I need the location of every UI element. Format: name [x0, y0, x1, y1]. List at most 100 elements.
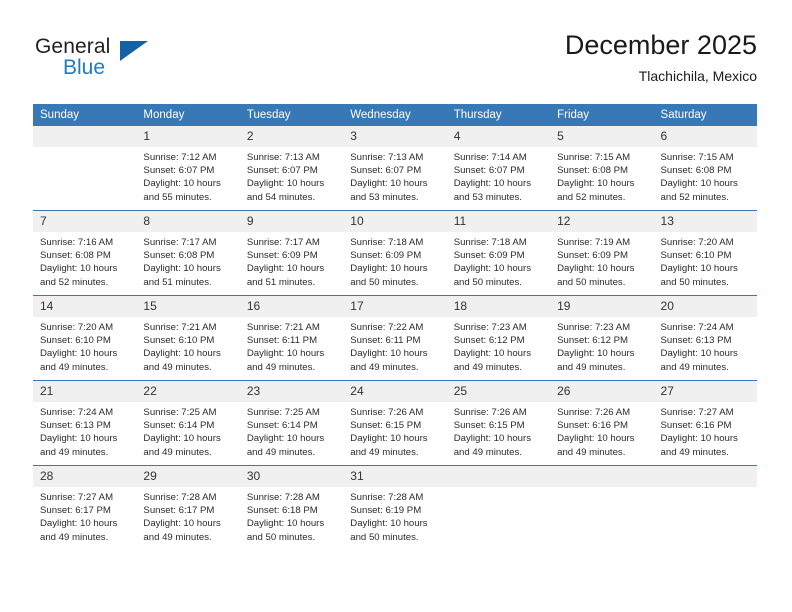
- day-number: 17: [343, 296, 447, 317]
- calendar-day-cell[interactable]: 18 Sunrise: 7:23 AM Sunset: 6:12 PM Dayligh…: [446, 295, 551, 381]
- day-detail-line: Daylight: 10 hours: [660, 178, 738, 190]
- calendar-day-cell[interactable]: 12 Sunrise: 7:19 AM Sunset: 6:09 PM Dayligh…: [550, 210, 654, 296]
- day-detail-line: Sunrise: 7:26 AM: [453, 407, 527, 418]
- calendar-day-cell[interactable]: 2 Sunrise: 7:13 AM Sunset: 6:07 PM Daylight…: [239, 126, 344, 211]
- calendar-day-cell[interactable]: 29 Sunrise: 7:28 AM Sunset: 6:17 PM Dayligh…: [136, 465, 240, 550]
- day-detail-line: and 49 minutes.: [350, 361, 419, 373]
- calendar-day-cell[interactable]: 20 Sunrise: 7:24 AM Sunset: 6:13 PM Dayligh…: [653, 295, 757, 381]
- calendar-day-cell[interactable]: 10 Sunrise: 7:18 AM Sunset: 6:09 PM Dayligh…: [343, 210, 447, 296]
- day-detail-line: and 52 minutes.: [40, 276, 109, 288]
- calendar-day-cell[interactable]: 24 Sunrise: 7:26 AM Sunset: 6:15 PM Dayligh…: [343, 380, 447, 466]
- weekday-header-tuesday: Tuesday: [239, 104, 344, 126]
- calendar-day-cell[interactable]: 23 Sunrise: 7:25 AM Sunset: 6:14 PM Dayligh…: [239, 380, 344, 466]
- day-details: Sunrise: 7:20 AM Sunset: 6:10 PM Daylight:…: [654, 232, 757, 289]
- day-detail-line: Sunrise: 7:12 AM: [143, 152, 217, 163]
- day-detail-line: Sunset: 6:07 PM: [453, 165, 525, 177]
- calendar-day-cell[interactable]: 21 Sunrise: 7:24 AM Sunset: 6:13 PM Dayligh…: [33, 380, 137, 466]
- day-detail-line: and 49 minutes.: [40, 531, 109, 543]
- day-detail-line: Sunrise: 7:25 AM: [143, 407, 217, 418]
- calendar-day-cell[interactable]: 26 Sunrise: 7:26 AM Sunset: 6:16 PM Dayligh…: [550, 380, 654, 466]
- day-detail-line: Daylight: 10 hours: [557, 263, 635, 275]
- day-detail-line: and 52 minutes.: [557, 191, 626, 203]
- day-details: Sunrise: 7:17 AM Sunset: 6:08 PM Daylight:…: [136, 232, 239, 289]
- calendar-day-cell[interactable]: 14 Sunrise: 7:20 AM Sunset: 6:10 PM Dayligh…: [33, 295, 137, 381]
- day-detail-line: Daylight: 10 hours: [350, 178, 428, 190]
- day-detail-line: Sunrise: 7:21 AM: [246, 322, 320, 333]
- day-detail-line: Daylight: 10 hours: [453, 348, 532, 360]
- day-detail-line: Daylight: 10 hours: [40, 518, 118, 530]
- day-number: 1: [136, 126, 240, 147]
- day-detail-line: Sunrise: 7:26 AM: [557, 407, 631, 418]
- calendar-day-cell-empty: [33, 126, 137, 211]
- calendar-week-row: 7 Sunrise: 7:16 AM Sunset: 6:08 PM Daylight…: [33, 210, 757, 296]
- calendar-day-cell-empty: [550, 465, 654, 550]
- day-detail-line: and 50 minutes.: [660, 276, 729, 288]
- calendar-day-cell[interactable]: 17 Sunrise: 7:22 AM Sunset: 6:11 PM Dayligh…: [343, 295, 447, 381]
- day-detail-line: and 49 minutes.: [40, 446, 109, 458]
- calendar-table: Sunday Monday Tuesday Wednesday Thursday Frid…: [33, 104, 757, 550]
- day-details: Sunrise: 7:21 AM Sunset: 6:10 PM Daylight:…: [136, 317, 239, 374]
- day-detail-line: Daylight: 10 hours: [143, 518, 221, 530]
- calendar-day-cell[interactable]: 25 Sunrise: 7:26 AM Sunset: 6:15 PM Dayligh…: [446, 380, 551, 466]
- calendar-day-cell[interactable]: 1 Sunrise: 7:12 AM Sunset: 6:07 PM Daylight…: [136, 126, 240, 211]
- calendar-day-cell[interactable]: 28 Sunrise: 7:27 AM Sunset: 6:17 PM Dayligh…: [33, 465, 137, 550]
- calendar-day-cell[interactable]: 5 Sunrise: 7:15 AM Sunset: 6:08 PM Daylight…: [550, 126, 654, 211]
- day-details: Sunrise: 7:13 AM Sunset: 6:07 PM Daylight:…: [343, 147, 446, 204]
- calendar-day-cell[interactable]: 9 Sunrise: 7:17 AM Sunset: 6:09 PM Daylight…: [239, 210, 344, 296]
- day-detail-line: and 49 minutes.: [557, 361, 626, 373]
- day-detail-line: and 49 minutes.: [453, 446, 522, 458]
- calendar-day-cell[interactable]: 8 Sunrise: 7:17 AM Sunset: 6:08 PM Daylight…: [136, 210, 240, 296]
- calendar-day-cell[interactable]: 7 Sunrise: 7:16 AM Sunset: 6:08 PM Daylight…: [33, 210, 137, 296]
- day-detail-line: Sunset: 6:16 PM: [557, 420, 629, 432]
- calendar-day-cell[interactable]: 30 Sunrise: 7:28 AM Sunset: 6:18 PM Dayligh…: [239, 465, 344, 550]
- page-title: December 2025: [564, 30, 757, 60]
- day-detail-line: Sunrise: 7:13 AM: [350, 152, 424, 163]
- day-number: 29: [136, 466, 240, 487]
- day-detail-line: Daylight: 10 hours: [350, 348, 428, 360]
- day-detail-line: Sunset: 6:08 PM: [40, 250, 111, 262]
- day-number: 5: [550, 126, 654, 147]
- day-detail-line: Daylight: 10 hours: [246, 433, 325, 445]
- day-detail-line: Sunrise: 7:23 AM: [453, 322, 527, 333]
- calendar-day-cell[interactable]: 3 Sunrise: 7:13 AM Sunset: 6:07 PM Daylight…: [343, 126, 447, 211]
- day-detail-line: Sunset: 6:08 PM: [557, 165, 629, 177]
- day-number: 16: [239, 296, 344, 317]
- calendar-day-cell[interactable]: 22 Sunrise: 7:25 AM Sunset: 6:14 PM Dayligh…: [136, 380, 240, 466]
- day-detail-line: Sunset: 6:19 PM: [350, 505, 422, 517]
- calendar-day-cell[interactable]: 6 Sunrise: 7:15 AM Sunset: 6:08 PM Daylight…: [653, 126, 757, 211]
- calendar-day-cell-empty: [446, 465, 551, 550]
- day-detail-line: Sunset: 6:09 PM: [350, 250, 422, 262]
- calendar-day-cell[interactable]: 19 Sunrise: 7:23 AM Sunset: 6:12 PM Dayligh…: [550, 295, 654, 381]
- calendar-day-cell[interactable]: 16 Sunrise: 7:21 AM Sunset: 6:11 PM Dayligh…: [239, 295, 344, 381]
- day-detail-line: Daylight: 10 hours: [143, 348, 221, 360]
- day-detail-line: Daylight: 10 hours: [246, 518, 325, 530]
- calendar-week-row: 1 Sunrise: 7:12 AM Sunset: 6:07 PM Daylight…: [33, 126, 757, 211]
- day-number: 15: [136, 296, 240, 317]
- day-detail-line: Sunrise: 7:27 AM: [660, 407, 734, 418]
- day-detail-line: and 49 minutes.: [557, 446, 626, 458]
- day-number: 21: [33, 381, 137, 402]
- calendar-day-cell[interactable]: 4 Sunrise: 7:14 AM Sunset: 6:07 PM Daylight…: [446, 126, 551, 211]
- calendar-day-cell[interactable]: 27 Sunrise: 7:27 AM Sunset: 6:16 PM Dayligh…: [653, 380, 757, 466]
- day-detail-line: and 53 minutes.: [453, 191, 522, 203]
- day-detail-line: Sunset: 6:11 PM: [350, 335, 421, 347]
- day-detail-line: Daylight: 10 hours: [40, 348, 118, 360]
- day-detail-line: Daylight: 10 hours: [453, 263, 532, 275]
- page-header: General Blue December 2025 Tlachichila, …: [0, 0, 792, 104]
- calendar-day-cell[interactable]: 11 Sunrise: 7:18 AM Sunset: 6:09 PM Dayligh…: [446, 210, 551, 296]
- general-blue-logo[interactable]: General Blue: [35, 35, 165, 85]
- day-detail-line: Sunset: 6:08 PM: [143, 250, 215, 262]
- day-number: [550, 466, 654, 487]
- day-detail-line: Sunset: 6:14 PM: [143, 420, 215, 432]
- day-detail-line: and 50 minutes.: [246, 531, 316, 543]
- day-details: Sunrise: 7:24 AM Sunset: 6:13 PM Daylight:…: [654, 317, 757, 374]
- calendar-day-cell[interactable]: 13 Sunrise: 7:20 AM Sunset: 6:10 PM Dayligh…: [653, 210, 757, 296]
- day-detail-line: Sunset: 6:08 PM: [660, 165, 732, 177]
- day-details: Sunrise: 7:21 AM Sunset: 6:11 PM Daylight:…: [240, 317, 343, 374]
- calendar-day-cell[interactable]: 15 Sunrise: 7:21 AM Sunset: 6:10 PM Dayligh…: [136, 295, 240, 381]
- calendar-day-cell[interactable]: 31 Sunrise: 7:28 AM Sunset: 6:19 PM Dayligh…: [343, 465, 447, 550]
- day-detail-line: Sunrise: 7:23 AM: [557, 322, 631, 333]
- day-detail-line: and 53 minutes.: [350, 191, 419, 203]
- day-detail-line: Sunset: 6:15 PM: [350, 420, 422, 432]
- day-detail-line: Sunrise: 7:21 AM: [143, 322, 217, 333]
